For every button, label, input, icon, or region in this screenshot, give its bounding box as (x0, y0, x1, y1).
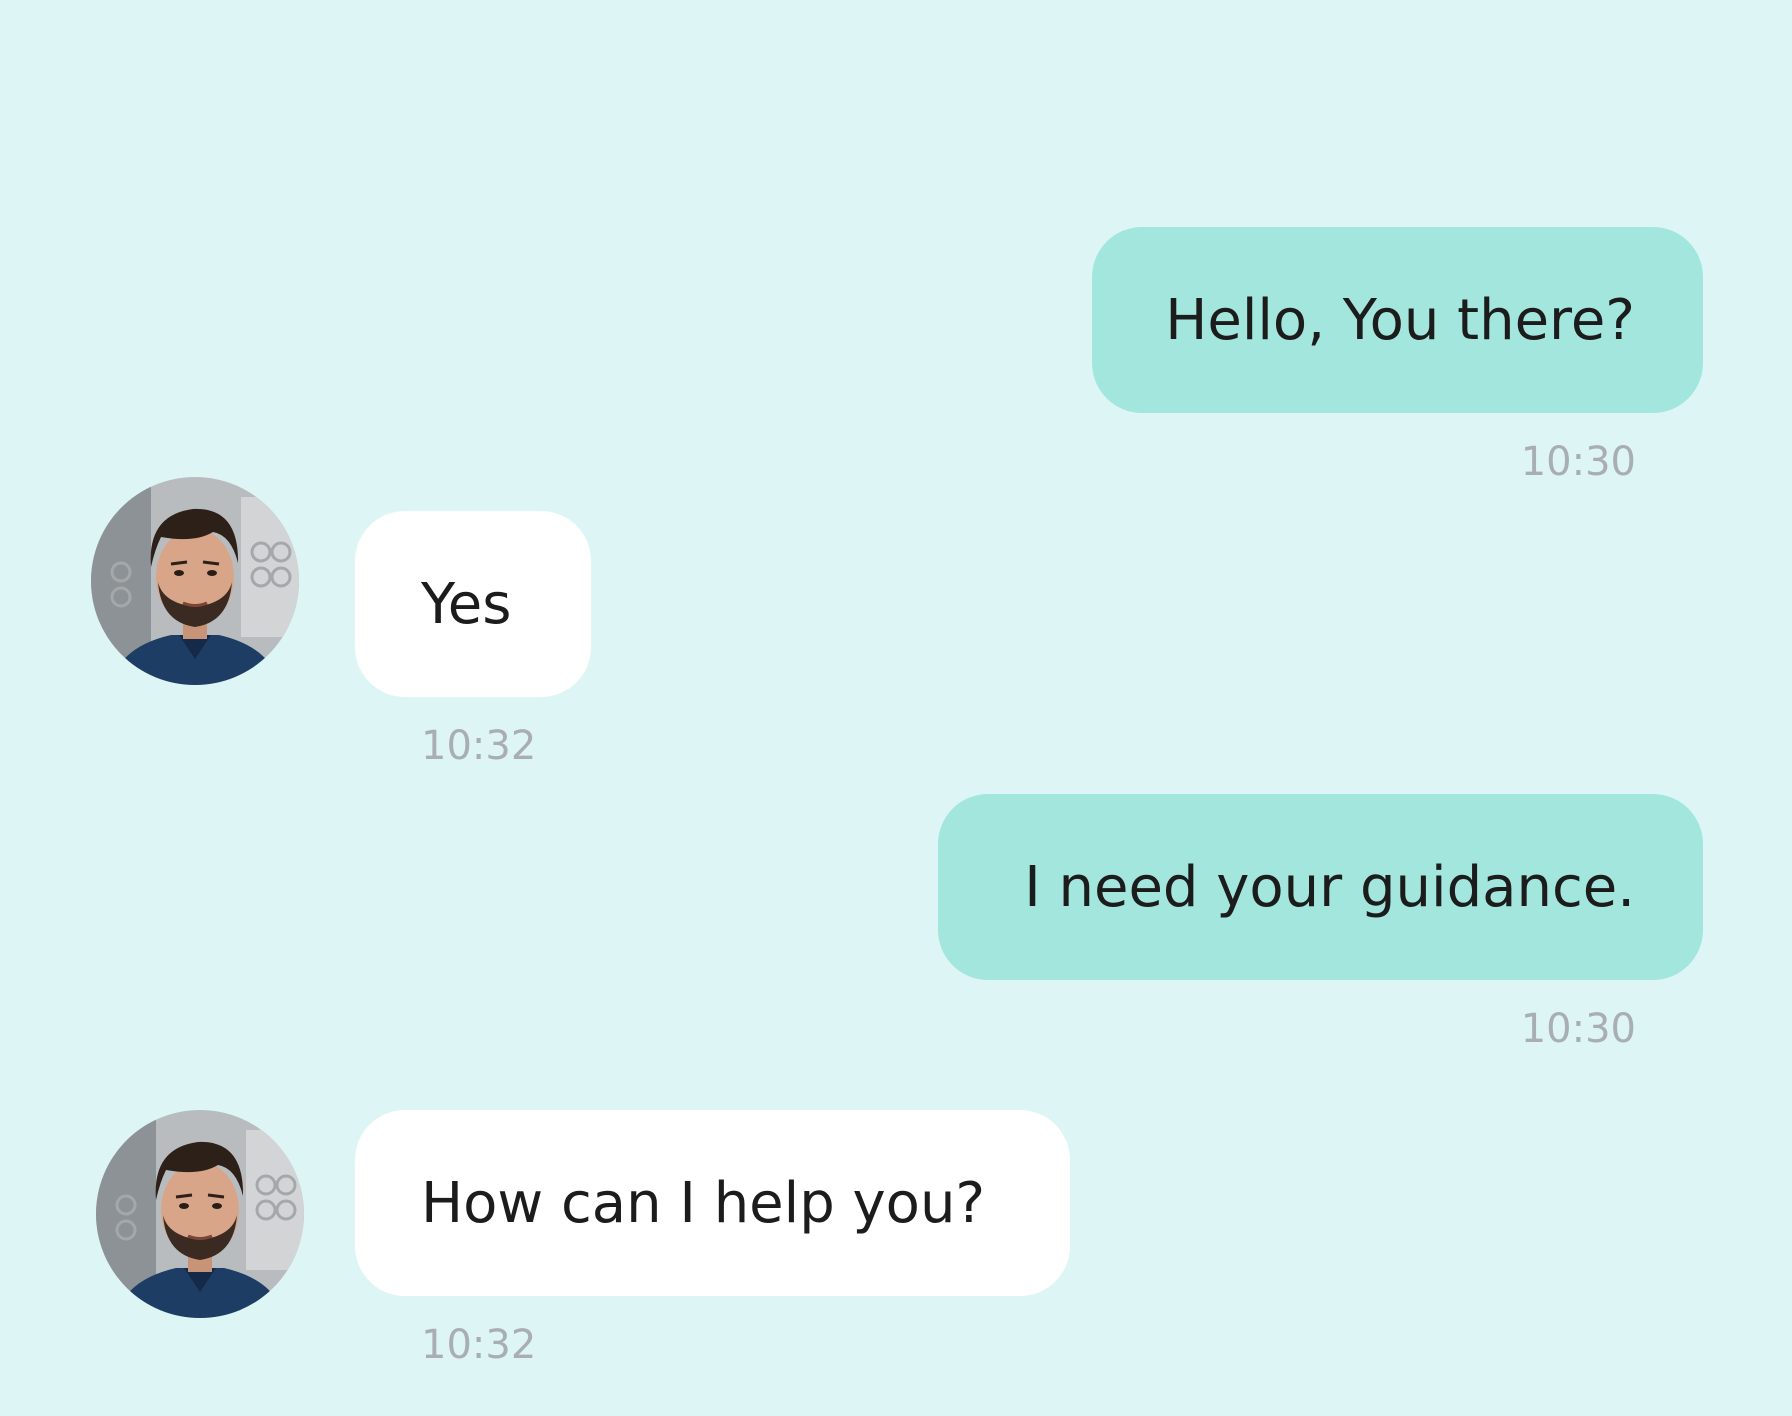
message-timestamp: 10:30 (1520, 439, 1636, 485)
message-timestamp: 10:32 (421, 723, 537, 769)
message-timestamp: 10:30 (1520, 1006, 1636, 1052)
message-text: Hello, You there? (1165, 287, 1635, 353)
contact-avatar[interactable] (91, 477, 299, 685)
message-timestamp: 10:32 (421, 1322, 537, 1368)
message-text: Yes (421, 571, 512, 637)
outgoing-message-bubble[interactable]: I need your guidance. (938, 794, 1703, 980)
contact-avatar[interactable] (96, 1110, 304, 1318)
incoming-message-bubble[interactable]: Yes (355, 511, 591, 697)
outgoing-message-bubble[interactable]: Hello, You there? (1092, 227, 1703, 413)
user-portrait-avatar (96, 1110, 304, 1318)
message-text: I need your guidance. (1024, 854, 1635, 920)
message-text: How can I help you? (421, 1170, 986, 1236)
incoming-message-bubble[interactable]: How can I help you? (355, 1110, 1070, 1296)
user-portrait-avatar (91, 477, 299, 685)
